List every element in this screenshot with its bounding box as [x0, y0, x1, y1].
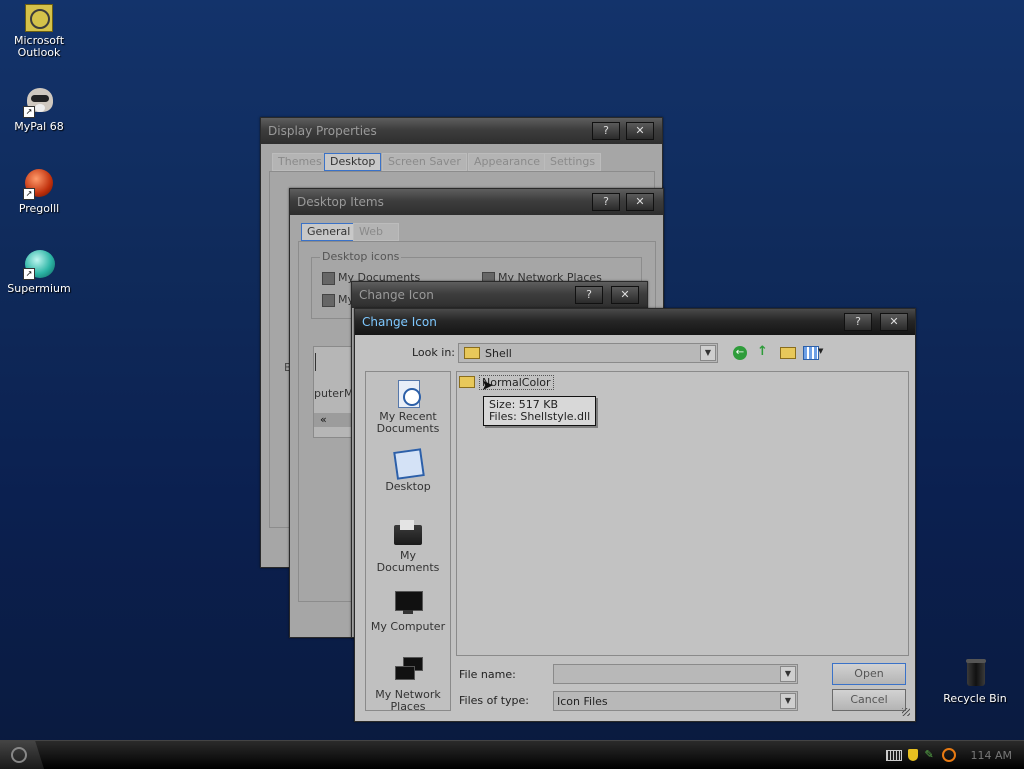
my-computer-checkbox[interactable] — [322, 294, 335, 307]
close-button[interactable]: ✕ — [611, 286, 639, 304]
help-button[interactable]: ? — [844, 313, 872, 331]
cancel-button[interactable]: Cancel — [832, 689, 906, 711]
display-properties-titlebar[interactable]: Display Properties ? ✕ — [261, 118, 662, 144]
file-name-input[interactable]: ▼ — [553, 664, 798, 684]
tab-themes[interactable]: Themes — [272, 153, 328, 171]
desktop-icon — [393, 448, 425, 480]
window-title: Change Icon — [362, 315, 437, 329]
start-icon — [11, 747, 27, 763]
desktop-icon-supermium[interactable]: ↗ Supermium — [1, 248, 77, 295]
my-documents-checkbox[interactable] — [322, 272, 335, 285]
new-folder-icon[interactable] — [780, 347, 796, 359]
place-desktop[interactable]: Desktop — [366, 448, 450, 493]
place-label: Documents — [376, 561, 440, 574]
close-button[interactable]: ✕ — [880, 313, 908, 331]
files-of-type-value: Icon Files — [557, 694, 608, 708]
search-icon[interactable] — [942, 748, 957, 762]
help-button[interactable]: ? — [592, 122, 620, 140]
file-item[interactable]: NormalColor — [459, 374, 554, 390]
desktop-icon-mypal[interactable]: ↗ MyPal 68 — [1, 86, 77, 133]
desktop-icon-label: Outlook — [17, 46, 61, 59]
view-menu-icon[interactable] — [803, 346, 819, 360]
window-title: Display Properties — [268, 124, 377, 138]
taskbar: ✎ 114 AM — [0, 740, 1024, 769]
raccoon-icon: ↗ — [23, 86, 55, 118]
open-button[interactable]: Open — [832, 663, 906, 685]
up-folder-icon[interactable]: ↑ — [757, 345, 772, 359]
shortcut-arrow-icon: ↗ — [23, 106, 35, 118]
place-my-computer[interactable]: My Computer — [366, 588, 450, 633]
desktop-icon-recycle-bin[interactable]: Recycle Bin — [937, 658, 1013, 705]
my-documents-icon — [393, 517, 423, 547]
close-button[interactable]: ✕ — [626, 193, 654, 211]
system-tray: ✎ 114 AM — [886, 741, 1024, 769]
window-title: Change Icon — [359, 288, 434, 302]
folder-icon — [459, 376, 475, 388]
file-tooltip: Size: 517 KB Files: Shellstyle.dll — [483, 396, 597, 426]
tooltip-line: Files: Shellstyle.dll — [489, 410, 591, 423]
shield-icon[interactable] — [908, 749, 919, 761]
pregolll-icon: ↗ — [23, 168, 55, 200]
tab-general[interactable]: General — [301, 223, 357, 241]
window-title: Desktop Items — [297, 195, 384, 209]
look-in-label: Look in: — [412, 346, 455, 359]
file-name-label: File name: — [459, 668, 516, 681]
partial-label: puter — [314, 387, 344, 400]
folder-icon — [464, 347, 480, 359]
keyboard-icon[interactable] — [886, 749, 903, 761]
help-button[interactable]: ? — [592, 193, 620, 211]
scroll-left-icon: « — [320, 413, 327, 426]
change-icon-titlebar[interactable]: Change Icon ? ✕ — [355, 309, 915, 335]
shortcut-arrow-icon: ↗ — [23, 268, 35, 280]
network-icon[interactable]: ✎ — [924, 749, 936, 761]
desktop-icon-label: Pregolll — [18, 202, 60, 215]
desktop-icon-label: MyPal 68 — [14, 120, 64, 133]
desktop-icon-outlook[interactable]: Microsoft Outlook — [1, 4, 77, 59]
resize-grip-icon[interactable] — [902, 708, 910, 716]
outlook-icon — [25, 4, 53, 32]
place-label: Documents — [376, 422, 440, 435]
chevron-down-icon[interactable]: ▼ — [700, 345, 716, 361]
tab-appearance[interactable]: Appearance — [468, 153, 547, 171]
recycle-bin-icon — [959, 658, 991, 690]
place-label: Desktop — [385, 480, 431, 493]
tab-desktop[interactable]: Desktop — [324, 153, 382, 171]
clock[interactable]: 114 AM — [970, 749, 1012, 762]
tab-settings[interactable]: Settings — [544, 153, 602, 171]
place-my-documents[interactable]: My Documents — [366, 517, 450, 574]
group-label: Desktop icons — [320, 250, 402, 263]
start-button[interactable] — [0, 741, 44, 769]
desktop-items-titlebar[interactable]: Desktop Items ? ✕ — [290, 189, 663, 215]
help-button[interactable]: ? — [575, 286, 603, 304]
my-computer-icon — [393, 588, 423, 618]
back-icon[interactable]: ← — [733, 346, 747, 360]
tab-web[interactable]: Web — [353, 223, 399, 241]
recent-documents-icon — [393, 378, 423, 408]
view-menu-arrow-icon[interactable]: ▼ — [818, 347, 823, 355]
close-button[interactable]: ✕ — [626, 122, 654, 140]
desktop-icon-pregolll[interactable]: ↗ Pregolll — [15, 168, 63, 215]
mouse-cursor-icon: ➤ — [481, 376, 494, 394]
place-label: Places — [390, 700, 426, 713]
place-label: My Computer — [370, 620, 446, 633]
place-my-network-places[interactable]: My Network Places — [366, 656, 450, 713]
files-of-type-select[interactable]: Icon Files ▼ — [553, 691, 798, 711]
place-recent-documents[interactable]: My Recent Documents — [366, 378, 450, 435]
change-icon-back-titlebar[interactable]: Change Icon ? ✕ — [352, 282, 647, 308]
chevron-down-icon[interactable]: ▼ — [780, 666, 796, 682]
my-network-places-icon — [393, 656, 423, 686]
chevron-down-icon[interactable]: ▼ — [780, 693, 796, 709]
look-in-select[interactable]: Shell ▼ — [458, 343, 718, 363]
places-bar: My Recent Documents Desktop My Documents… — [365, 371, 451, 713]
shortcut-arrow-icon: ↗ — [23, 188, 35, 200]
supermium-icon: ↗ — [23, 248, 55, 280]
desktop-icon-label: Recycle Bin — [943, 692, 1007, 705]
tab-screen-saver[interactable]: Screen Saver — [382, 153, 467, 171]
desktop-icon-label: Supermium — [7, 282, 71, 295]
files-of-type-label: Files of type: — [459, 694, 530, 707]
look-in-value: Shell — [485, 346, 512, 360]
